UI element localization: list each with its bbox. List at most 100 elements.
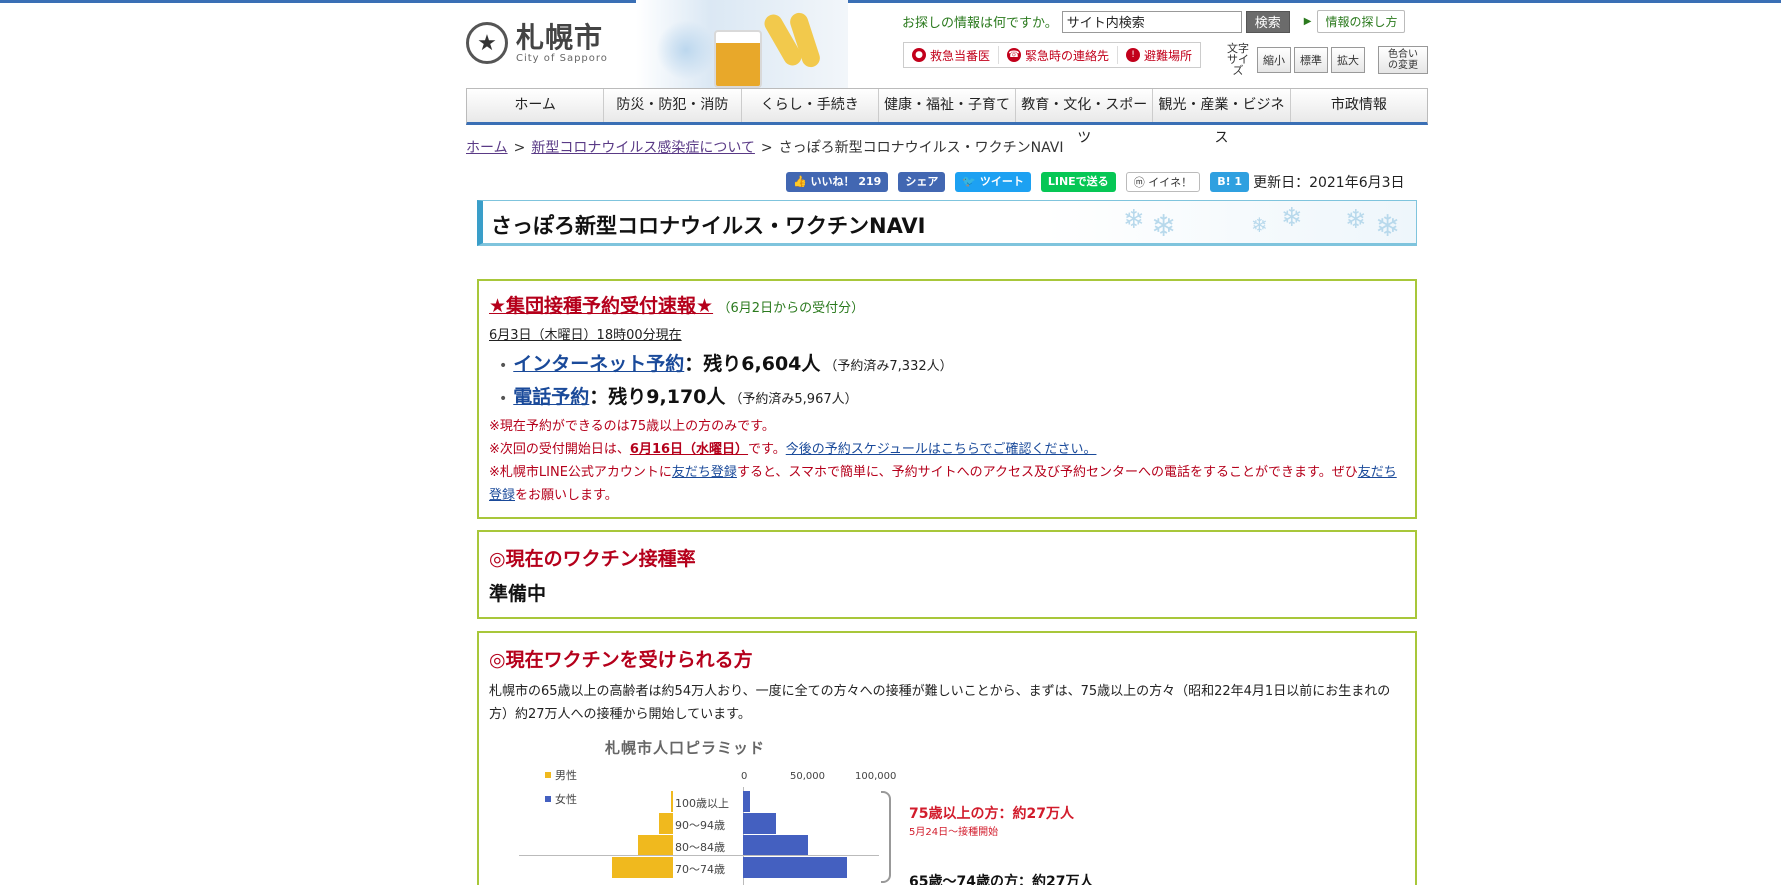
eligible-people-box: ◎現在ワクチンを受けられる方 札幌市の65歳以上の高齢者は約54万人おり、一度に…: [477, 631, 1417, 885]
phone-booked: （予約済み5,967人）: [729, 392, 858, 407]
reservation-flash-link[interactable]: ★集団接種予約受付速報★: [489, 295, 713, 317]
bar-female: [743, 857, 847, 878]
bar-female: [743, 791, 750, 812]
site-search: お探しの情報は何ですか。 検索 ▶ 情報の探し方: [902, 10, 1406, 33]
note-eligibility: ※現在予約ができるのは75歳以上の方のみです。: [489, 419, 775, 434]
search-label: お探しの情報は何ですか。: [902, 16, 1058, 31]
internet-booked: （予約済み7,332人）: [824, 359, 953, 374]
legend-male: 男性: [545, 767, 577, 783]
nav-home[interactable]: ホーム: [467, 89, 605, 122]
nav-disaster-prevention[interactable]: 防災・防犯・消防: [604, 89, 742, 122]
triangle-right-icon: ▶: [1303, 16, 1312, 27]
vaccination-rate-box: ◎現在のワクチン接種率 準備中: [477, 530, 1417, 619]
search-button[interactable]: 検索: [1245, 10, 1290, 33]
eligible-paragraph: 札幌市の65歳以上の高齢者は約54万人おり、一度に全ての方々への接種が難しいこと…: [489, 684, 1391, 722]
snowflake-icon: ❄: [1375, 209, 1401, 244]
global-nav: ホーム 防災・防犯・消防 くらし・手続き 健康・福祉・子育て 教育・文化・スポー…: [466, 88, 1428, 146]
chart-title: 札幌市人口ピラミッド: [605, 739, 766, 757]
emergency-contact-link[interactable]: ☎ 緊急時の連絡先: [999, 46, 1119, 64]
status-timestamp: 6月3日（木曜日）18時00分現在: [489, 328, 682, 343]
reservation-status-box: ★集団接種予約受付速報★ （6月2日からの受付分） 6月3日（木曜日）18時00…: [477, 279, 1417, 519]
vaccination-rate-status: 準備中: [489, 583, 547, 605]
tweet-button[interactable]: 🐦 ツイート: [955, 172, 1031, 192]
site-logo[interactable]: ★ 札幌市 City of Sapporo: [466, 22, 608, 64]
age-category-label: 90～94歳: [675, 819, 725, 832]
water-splash-graphic: [656, 20, 716, 80]
facebook-share-button[interactable]: シェア: [898, 172, 946, 192]
x-tick-label: 50,000: [790, 771, 825, 782]
legend-female: 女性: [545, 791, 577, 807]
phone-remaining: ：残り9,170人: [589, 386, 726, 408]
search-input[interactable]: [1061, 10, 1242, 33]
nav-living[interactable]: くらし・手続き: [742, 89, 879, 122]
mixi-icon: ⓜ: [1133, 176, 1145, 189]
phone-reservation-row: • 電話予約 ：残り9,170人 （予約済み5,967人）: [499, 382, 1405, 409]
font-size-large-button[interactable]: 拡大: [1331, 46, 1365, 73]
emergency-links: ● 救急当番医 ☎ 緊急時の連絡先 ! 避難場所: [903, 42, 1202, 68]
site-header: ★ 札幌市 City of Sapporo お探しの情報は何ですか。 検索 ▶ …: [466, 0, 1428, 90]
annotation-75plus: 75歳以上の方：約27万人: [909, 806, 1074, 822]
facebook-like-button[interactable]: 👍 いいね！ 219: [786, 172, 889, 192]
breadcrumb-parent-link[interactable]: 新型コロナウイルス感染症について: [531, 140, 755, 156]
header-photo: [636, 0, 848, 90]
social-buttons: 👍 いいね！ 219 シェア 🐦 ツイート LINEで送る ⓜ イイネ！ B! …: [786, 172, 1405, 192]
annotation-65-74: 65歳～74歳の方：約27万人: [909, 874, 1094, 885]
bar-male: [658, 813, 673, 834]
hatena-bookmark-button[interactable]: B! 1: [1210, 172, 1250, 192]
internet-reservation-row: • インターネット予約 ：残り6,604人 （予約済み7,332人）: [499, 349, 1405, 376]
nav-tourism-business[interactable]: 観光・産業・ビジネス: [1153, 89, 1291, 146]
line-share-button[interactable]: LINEで送る: [1040, 172, 1116, 192]
nav-city-government[interactable]: 市政情報: [1291, 89, 1427, 122]
nav-education-culture[interactable]: 教育・文化・スポーツ: [1016, 89, 1154, 146]
age-category-label: 70～74歳: [675, 863, 725, 876]
mixi-like-button[interactable]: ⓜ イイネ！: [1125, 172, 1201, 192]
vaccination-rate-heading: ◎現在のワクチン接種率: [489, 548, 696, 570]
color-change-button[interactable]: 色合い の変更: [1378, 45, 1428, 74]
note-next-date: ※次回の受付開始日は、6月16日（水曜日）です。今後の予約スケジュールはこちらで…: [489, 442, 1097, 457]
howto-search-button[interactable]: 情報の探し方: [1317, 10, 1406, 33]
legend-male-swatch: [545, 772, 551, 778]
city-emblem-icon: ★: [466, 22, 508, 64]
age-group-brace: [881, 791, 891, 883]
bar-male: [612, 857, 673, 878]
eligible-heading: ◎現在ワクチンを受けられる方: [489, 649, 753, 671]
logo-japanese: 札幌市: [516, 20, 604, 54]
phone-reservation-link[interactable]: 電話予約: [513, 382, 589, 409]
x-tick-label: 0: [741, 771, 748, 782]
population-pyramid-chart: 札幌市人口ピラミッド 男性 女性 75歳以上の方：約27万人 5月24日～接種開…: [489, 737, 1169, 885]
schedule-link[interactable]: 今後の予約スケジュールはこちらでご確認ください。: [786, 442, 1097, 457]
line-friend-link[interactable]: 友だち登録: [672, 465, 737, 480]
page-title-box: さっぽろ新型コロナウイルス・ワクチンNAVI ❄ ❄ ❄ ❄ ❄ ❄: [477, 200, 1417, 246]
font-size-small-button[interactable]: 縮小: [1257, 46, 1291, 73]
bar-female: [743, 835, 808, 856]
evacuation-site-link[interactable]: ! 避難場所: [1118, 46, 1200, 64]
snowflake-icon: ❄: [1123, 205, 1145, 235]
legend-female-swatch: [545, 796, 551, 802]
snowflake-icon: ❄: [1345, 205, 1367, 235]
updated-date: 更新日：2021年6月3日: [1253, 175, 1405, 191]
nav-health-welfare[interactable]: 健康・福祉・子育て: [879, 89, 1017, 122]
breadcrumb-home-link[interactable]: ホーム: [466, 140, 508, 156]
font-size-label: 文字 サイズ: [1227, 42, 1249, 77]
note-line-account: ※札幌市LINE公式アカウントに友だち登録すると、スマホで簡単に、予約サイトへの…: [489, 465, 1397, 503]
internet-reservation-link[interactable]: インターネット予約: [513, 349, 684, 376]
age-divider-line: [519, 855, 879, 856]
emergency-doctor-link[interactable]: ● 救急当番医: [904, 46, 1000, 64]
shelter-icon: !: [1126, 48, 1141, 62]
page-title: さっぽろ新型コロナウイルス・ワクチンNAVI: [491, 214, 926, 238]
bar-male: [637, 835, 673, 856]
internet-remaining: ：残り6,604人: [684, 353, 821, 375]
logo-english: City of Sapporo: [516, 52, 608, 64]
snowflake-icon: ❄: [1151, 209, 1177, 244]
phone-icon: ☎: [1007, 48, 1022, 62]
snowflake-icon: ❄: [1251, 213, 1268, 237]
reservation-period-note: （6月2日からの受付分）: [717, 301, 865, 316]
bar-female: [743, 813, 776, 834]
hospital-icon: ●: [912, 48, 926, 62]
top-accent-line: [0, 0, 1781, 3]
breadcrumb: ホーム > 新型コロナウイルス感染症について > さっぽろ新型コロナウイルス・ワクチンN…: [466, 140, 1064, 156]
x-tick-label: 100,000: [855, 771, 897, 782]
font-size-normal-button[interactable]: 標準: [1294, 46, 1328, 73]
breadcrumb-current: さっぽろ新型コロナウイルス・ワクチンNAVI: [778, 140, 1064, 156]
age-category-label: 80～84歳: [675, 841, 725, 854]
